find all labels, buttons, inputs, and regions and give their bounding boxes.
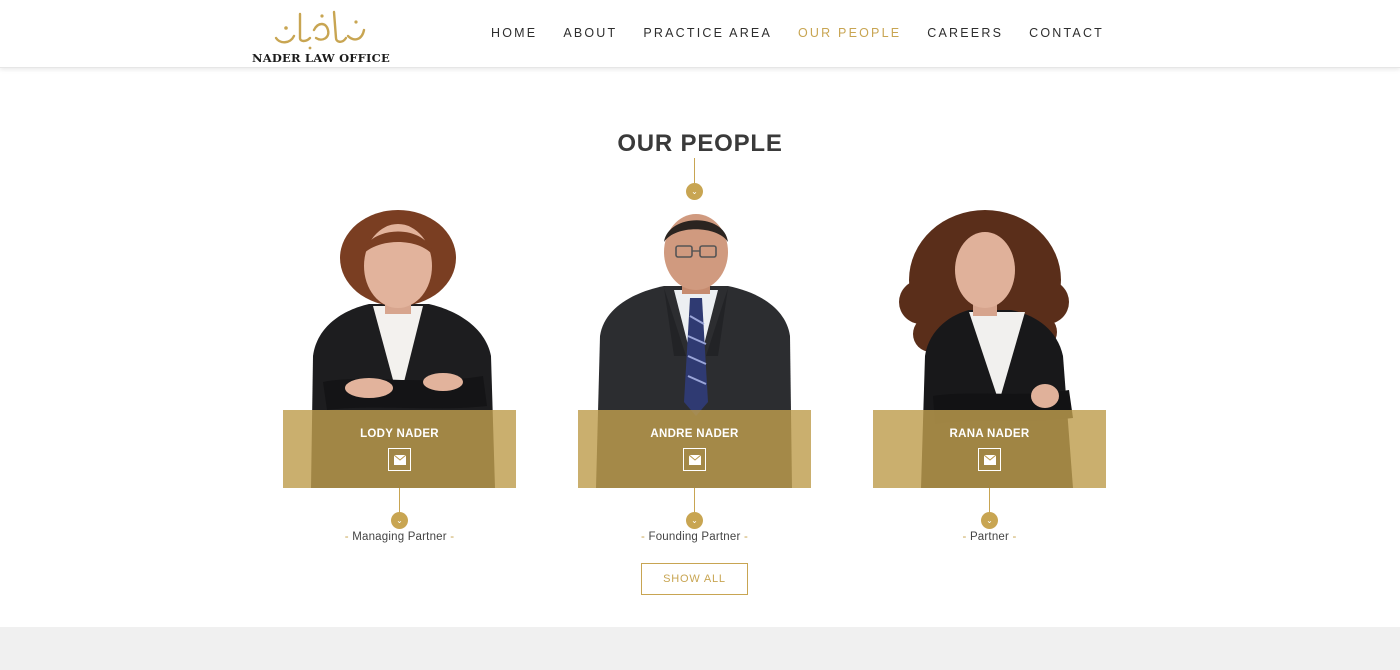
title-divider-line [694, 158, 695, 184]
section-title: OUR PEOPLE [617, 130, 783, 157]
nav-item-our-people[interactable]: OUR PEOPLE [798, 26, 901, 40]
envelope-icon [394, 455, 406, 465]
chevron-down-icon: ⌄ [686, 183, 703, 200]
email-button[interactable] [388, 448, 411, 471]
person-name: LODY NADER [360, 428, 439, 440]
person-role: - Managing Partner - [344, 531, 455, 543]
envelope-icon [984, 455, 996, 465]
email-button[interactable] [978, 448, 1001, 471]
email-button[interactable] [683, 448, 706, 471]
role-label: Partner [969, 531, 1010, 543]
person-card-rana-nader: RANA NADER [873, 206, 1106, 488]
chevron-down-icon: ⌄ [391, 512, 408, 529]
site-header: NADER LAW OFFICE HOME ABOUT PRACTICE ARE… [0, 0, 1400, 68]
person-name: ANDRE NADER [650, 428, 739, 440]
person-role: - Partner - [962, 531, 1017, 543]
arabic-calligraphy-logo-mark [274, 10, 366, 50]
chevron-down-icon: ⌄ [981, 512, 998, 529]
footer-band [0, 627, 1400, 670]
nav-item-contact[interactable]: CONTACT [1029, 26, 1104, 40]
person-card-andre-nader: ANDRE NADER [578, 206, 811, 488]
logo-wordmark: NADER LAW OFFICE [252, 51, 390, 65]
nader-law-office-logo[interactable]: NADER LAW OFFICE [252, 8, 390, 65]
nav-item-careers[interactable]: CAREERS [927, 26, 1003, 40]
chevron-down-icon: ⌄ [686, 512, 703, 529]
role-label: Managing Partner [352, 531, 447, 543]
nav-item-home[interactable]: HOME [491, 26, 537, 40]
show-all-button[interactable]: SHOW ALL [641, 563, 748, 595]
person-name: RANA NADER [949, 428, 1030, 440]
nav-item-about[interactable]: ABOUT [563, 26, 617, 40]
role-label: Founding Partner [648, 531, 741, 543]
envelope-icon [689, 455, 701, 465]
card-divider-line [694, 488, 695, 513]
card-divider-line [399, 488, 400, 513]
card-divider-line [989, 488, 990, 513]
person-card-lody-nader: LODY NADER [283, 206, 516, 488]
main-navigation: HOME ABOUT PRACTICE AREA OUR PEOPLE CARE… [491, 26, 1130, 40]
nav-item-practice-area[interactable]: PRACTICE AREA [643, 26, 772, 40]
person-role: - Founding Partner - [641, 531, 748, 543]
